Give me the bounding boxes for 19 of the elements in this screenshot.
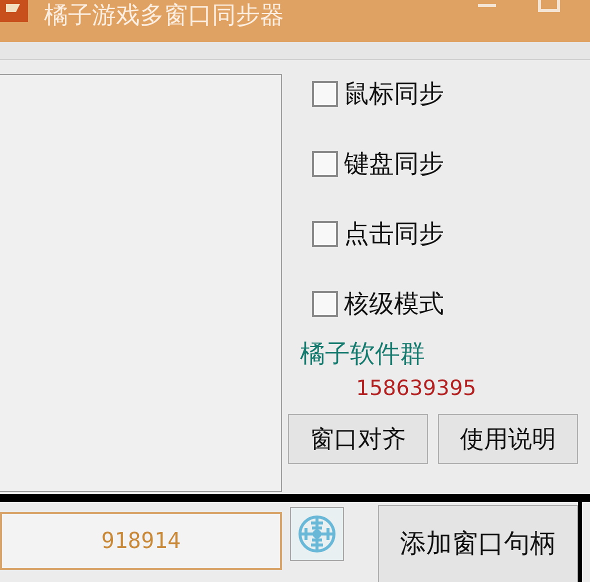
option-label: 点击同步 [344, 218, 444, 250]
code-value: 918914 [101, 528, 181, 556]
maximize-button[interactable] [538, 0, 560, 12]
checkbox[interactable] [312, 291, 338, 317]
checkbox[interactable] [312, 81, 338, 107]
app-icon [0, 0, 30, 24]
action-button[interactable]: 窗口对齐 [288, 414, 428, 464]
add-window-button[interactable]: 添加窗口句柄 [378, 505, 578, 582]
crosshair-icon [297, 514, 337, 554]
target-button[interactable] [290, 507, 344, 561]
group-number: 158639395 [356, 375, 478, 402]
window-title: 橘子游戏多窗口同步器 [44, 0, 284, 30]
option-label: 鼠标同步 [344, 78, 444, 110]
group-label: 橘子软件群 [300, 338, 426, 370]
action-button[interactable]: 使用说明 [438, 414, 578, 464]
option-label: 键盘同步 [344, 148, 444, 180]
checkbox[interactable] [312, 221, 338, 247]
option-label: 核级模式 [344, 288, 444, 320]
checkbox[interactable] [312, 151, 338, 177]
